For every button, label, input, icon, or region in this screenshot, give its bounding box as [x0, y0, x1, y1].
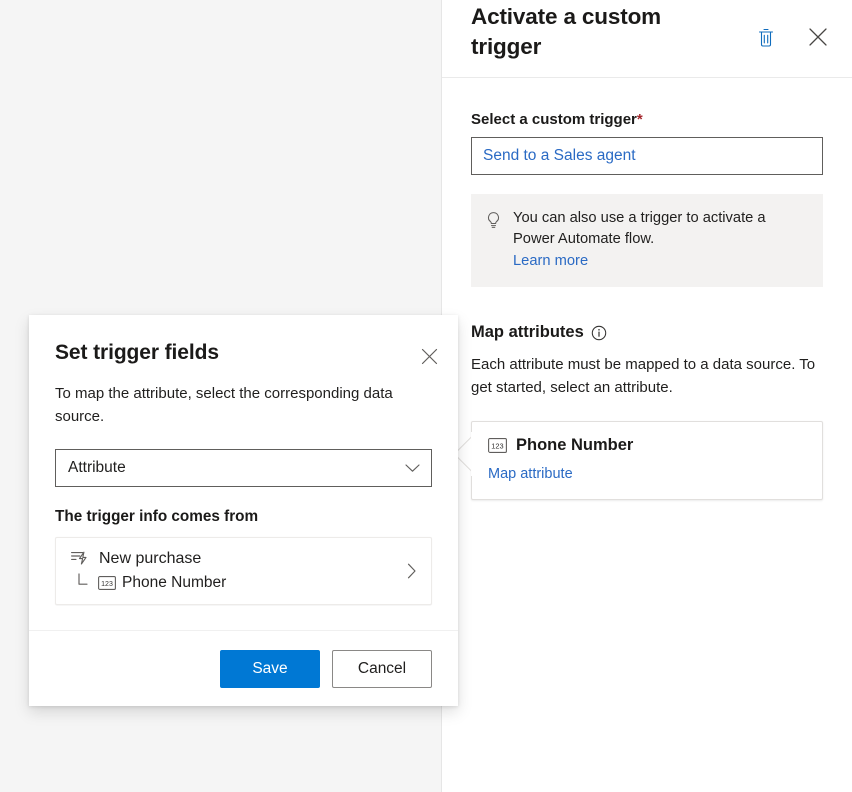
- flow-lightning-icon: [70, 549, 89, 568]
- map-attribute-link[interactable]: Map attribute: [488, 466, 573, 482]
- dialog-header: Set trigger fields: [29, 315, 458, 366]
- set-trigger-fields-dialog: Set trigger fields To map the attribute,…: [29, 315, 458, 706]
- trash-icon: [756, 27, 776, 48]
- tip-text: You can also use a trigger to activate a…: [513, 210, 766, 248]
- callout-beak-cover: [471, 432, 475, 476]
- trigger-field-label: Select a custom trigger*: [471, 110, 823, 130]
- trigger-side-panel: Activate a custom trigger: [441, 0, 852, 792]
- number-123-icon: 123: [98, 576, 116, 590]
- map-attributes-description: Each attribute must be mapped to a data …: [471, 354, 823, 399]
- panel-header: Activate a custom trigger: [442, 0, 852, 78]
- custom-trigger-value: Send to a Sales agent: [483, 147, 636, 165]
- close-icon: [420, 347, 439, 366]
- info-icon[interactable]: [591, 325, 607, 341]
- custom-trigger-select[interactable]: Send to a Sales agent: [471, 137, 823, 175]
- trigger-source-parent: New purchase: [70, 549, 226, 568]
- trigger-source-label: The trigger info comes from: [55, 508, 432, 526]
- attribute-name: Phone Number: [516, 436, 633, 455]
- trigger-field-label-text: Select a custom trigger: [471, 111, 637, 128]
- close-dialog-button[interactable]: [414, 341, 444, 371]
- dialog-footer: Save Cancel: [29, 630, 458, 706]
- delete-trigger-button[interactable]: [751, 22, 781, 52]
- trigger-source-title: New purchase: [99, 550, 201, 568]
- dialog-description: To map the attribute, select the corresp…: [55, 383, 425, 428]
- chevron-right-icon: [407, 563, 417, 579]
- panel-body: Select a custom trigger* Send to a Sales…: [442, 78, 852, 500]
- learn-more-link[interactable]: Learn more: [513, 251, 807, 273]
- trigger-source-content: New purchase 123: [70, 549, 226, 592]
- trigger-source-child-title: Phone Number: [122, 574, 226, 592]
- close-icon: [807, 26, 829, 48]
- trigger-source-child: 123 Phone Number: [70, 573, 226, 592]
- trigger-source-item[interactable]: New purchase 123: [55, 537, 432, 605]
- attribute-card-row: 123 Phone Number: [488, 436, 806, 455]
- number-123-icon: 123: [488, 438, 507, 453]
- dialog-body: To map the attribute, select the corresp…: [29, 366, 458, 605]
- dialog-title: Set trigger fields: [55, 339, 434, 366]
- power-automate-tip: You can also use a trigger to activate a…: [471, 194, 823, 288]
- app-root: Activate a custom trigger: [0, 0, 852, 792]
- required-marker: *: [637, 111, 643, 128]
- attribute-card-phone-number[interactable]: 123 Phone Number Map attribute: [471, 421, 823, 500]
- tip-text-block: You can also use a trigger to activate a…: [513, 208, 807, 273]
- lightbulb-icon: [485, 211, 502, 273]
- page-title: Activate a custom trigger: [471, 2, 721, 61]
- cancel-button[interactable]: Cancel: [332, 650, 432, 688]
- attribute-select[interactable]: Attribute: [55, 449, 432, 487]
- tree-branch-icon: [76, 573, 92, 592]
- attribute-select-value: Attribute: [68, 459, 126, 477]
- chevron-down-icon: [405, 464, 420, 473]
- close-panel-button[interactable]: [803, 22, 833, 52]
- map-attributes-heading: Map attributes: [471, 323, 823, 342]
- map-attributes-title: Map attributes: [471, 323, 584, 342]
- save-button[interactable]: Save: [220, 650, 320, 688]
- svg-text:123: 123: [491, 442, 503, 451]
- panel-header-actions: [751, 22, 833, 52]
- svg-text:123: 123: [101, 581, 113, 588]
